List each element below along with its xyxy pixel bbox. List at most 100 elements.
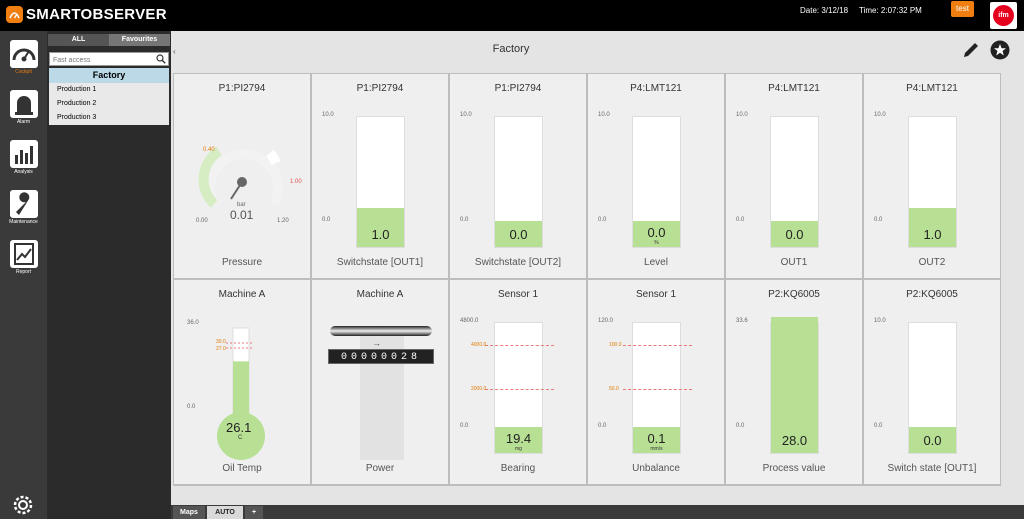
tile-label: OUT1 bbox=[780, 257, 808, 268]
gauge-alarm-label: 1.00 bbox=[290, 179, 302, 185]
tab-auto[interactable]: AUTO bbox=[207, 506, 243, 519]
date-label: Date: 3/12/18 bbox=[800, 6, 849, 15]
threshold-label: 100.0 bbox=[609, 342, 622, 348]
arrow-right-icon: → bbox=[372, 338, 381, 348]
axis-bottom-label: 0.0 bbox=[736, 423, 745, 429]
gauge-value: 0.01 bbox=[230, 208, 254, 222]
tile-label: Switch state [OUT1] bbox=[887, 463, 977, 474]
unit-label: mg bbox=[515, 446, 522, 452]
tab-all[interactable]: ALL bbox=[48, 34, 109, 46]
dashboard-tile[interactable]: Machine A Oil Temp 36.0 0.0 30.0 27.0 26.1 C bbox=[174, 280, 310, 484]
axis-bottom-label: 0.0 bbox=[736, 217, 745, 223]
dashboard-tile[interactable]: P4:LMT121 OUT1 10.0 0.0 0.0 bbox=[726, 74, 862, 278]
value-readout: 19.4 bbox=[505, 431, 532, 446]
sidebar-item-cockpit[interactable]: Cockpit bbox=[0, 35, 47, 85]
navigation-panel: ALL Favourites Factory Production 1 Prod… bbox=[47, 31, 171, 519]
tab-add[interactable]: + bbox=[245, 506, 263, 519]
sidebar-item-analysis[interactable]: Analysis bbox=[0, 135, 47, 185]
value-readout: 0.1 bbox=[647, 431, 666, 446]
axis-bottom-label: 0.0 bbox=[598, 423, 607, 429]
page-title: Factory bbox=[492, 43, 530, 55]
tile-label: Power bbox=[365, 463, 395, 474]
value-readout: 1.0 bbox=[371, 227, 390, 242]
tree-item-production-2[interactable]: Production 2 bbox=[49, 97, 169, 111]
sidebar-item-report[interactable]: Report bbox=[0, 235, 47, 285]
level-bar: 100.0 50.0 0.1 mm/s bbox=[609, 322, 692, 454]
tile-title: P4:LMT121 bbox=[906, 83, 958, 94]
tree-item-production-3[interactable]: Production 3 bbox=[49, 111, 169, 125]
level-bar: 1.0 bbox=[356, 116, 405, 248]
axis-top-label: 10.0 bbox=[322, 112, 334, 118]
axis-top-label: 33.6 bbox=[736, 318, 748, 324]
dashboard-tile[interactable]: Sensor 1 Unbalance 120.0 0.0 100.0 50.0 0.1 mm/… bbox=[588, 280, 724, 484]
tile-label: Process value bbox=[762, 463, 826, 474]
tree-item-production-1[interactable]: Production 1 bbox=[49, 83, 169, 97]
tile-label: Bearing bbox=[500, 463, 536, 474]
axis-top-label: 10.0 bbox=[460, 112, 472, 118]
level-bar: 28.0 bbox=[770, 317, 819, 454]
sidebar-label-cockpit: Cockpit bbox=[15, 69, 32, 75]
tree-title[interactable]: Factory bbox=[49, 68, 169, 83]
unit-label: C bbox=[238, 435, 243, 441]
edit-icon[interactable] bbox=[961, 40, 981, 60]
tile-label: Switchstate [OUT2] bbox=[474, 257, 562, 268]
dashboard-tile[interactable]: P1:PI2794 Pressure 0.40 1.00 0.00 1.20 bar 0.01 bbox=[174, 74, 310, 278]
axis-bottom-label: 0.0 bbox=[874, 423, 883, 429]
axis-top-label: 10.0 bbox=[874, 318, 886, 324]
dashboard-tile[interactable]: P4:LMT121 OUT2 10.0 0.0 1.0 bbox=[864, 74, 1000, 278]
level-bar: 0.0 bbox=[494, 116, 543, 248]
tile-title: Sensor 1 bbox=[497, 289, 539, 300]
user-button[interactable]: test bbox=[951, 1, 974, 17]
gear-icon bbox=[13, 495, 33, 515]
gauge-max-label: 1.20 bbox=[277, 218, 289, 224]
search-input[interactable] bbox=[50, 54, 150, 67]
digit-counter: 00000028 bbox=[328, 349, 434, 364]
tile-title: P2:KQ6005 bbox=[768, 289, 820, 300]
tile-label: Pressure bbox=[221, 257, 262, 268]
value-readout: 1.0 bbox=[923, 227, 942, 242]
sidebar-label-maintenance: Maintenance bbox=[9, 219, 38, 225]
sidebar-label-alarm: Alarm bbox=[16, 119, 31, 125]
app-logo: SMARTOBSERVER bbox=[6, 6, 167, 23]
time-label: Time: 2:07:32 PM bbox=[859, 6, 922, 15]
threshold-label: 4000.0 bbox=[471, 342, 487, 348]
level-bar: 0.0% bbox=[632, 116, 681, 248]
sidebar: Cockpit Alarm Analysis Maintenance Repor… bbox=[0, 31, 47, 519]
tile-title: P1:PI2794 bbox=[356, 83, 404, 94]
top-bar: SMARTOBSERVER Date: 3/12/18 Time: 2:07:3… bbox=[0, 0, 1024, 31]
axis-top-label: 120.0 bbox=[598, 318, 614, 324]
axis-bottom-label: 0.0 bbox=[460, 217, 469, 223]
dashboard-tile[interactable]: P1:PI2794 Switchstate [OUT2] 10.0 0.0 0.0 bbox=[450, 74, 586, 278]
axis-top-label: 10.0 bbox=[736, 112, 748, 118]
unit-label: % bbox=[654, 240, 659, 246]
sidebar-item-maintenance[interactable]: Maintenance bbox=[0, 185, 47, 235]
level-bar: 0.0 bbox=[908, 322, 957, 454]
settings-button[interactable] bbox=[12, 494, 34, 516]
axis-top-label: 10.0 bbox=[598, 112, 610, 118]
threshold-line bbox=[485, 389, 554, 390]
search-icon[interactable] bbox=[156, 54, 166, 64]
dashboard-tile[interactable]: P4:LMT121 Level 10.0 0.0 0.0% bbox=[588, 74, 724, 278]
sidebar-label-analysis: Analysis bbox=[14, 169, 33, 175]
level-bar: 1.0 bbox=[908, 116, 957, 248]
tab-favourites[interactable]: Favourites bbox=[109, 34, 170, 46]
axis-bottom-label: 0.0 bbox=[598, 217, 607, 223]
dashboard-tile[interactable]: P1:PI2794 Switchstate [OUT1] 10.0 0.0 1.0 bbox=[312, 74, 448, 278]
tree-list: Production 1 Production 2 Production 3 bbox=[49, 83, 169, 125]
report-icon bbox=[9, 240, 38, 268]
tile-label: OUT2 bbox=[918, 257, 946, 268]
favourite-star-icon[interactable] bbox=[990, 40, 1010, 60]
dashboard-tile[interactable]: P2:KQ6005 Process value 33.6 0.0 28.0 bbox=[726, 280, 862, 484]
value-readout: 0.0 bbox=[509, 227, 528, 242]
tile-title: P4:LMT121 bbox=[630, 83, 682, 94]
level-bar: 0.0 bbox=[770, 116, 819, 248]
tile-label: Switchstate [OUT1] bbox=[336, 257, 424, 268]
dashboard-tile[interactable]: Sensor 1 Bearing 4800.0 0.0 4000.0 2000.0 19.4… bbox=[450, 280, 586, 484]
dashboard-tile[interactable]: Machine A Power → 00000028 bbox=[312, 280, 448, 484]
sidebar-item-alarm[interactable]: Alarm bbox=[0, 85, 47, 135]
gauge-min-label: 0.00 bbox=[196, 218, 208, 224]
dashboard-tile[interactable]: P2:KQ6005 Switch state [OUT1] 10.0 0.0 0.0 bbox=[864, 280, 1000, 484]
tile-label: Unbalance bbox=[632, 463, 680, 474]
tab-maps[interactable]: Maps bbox=[173, 506, 205, 519]
dashboard-grid: P1:PI2794 Pressure 0.40 1.00 0.00 1.20 bar 0.01… bbox=[173, 73, 1001, 486]
